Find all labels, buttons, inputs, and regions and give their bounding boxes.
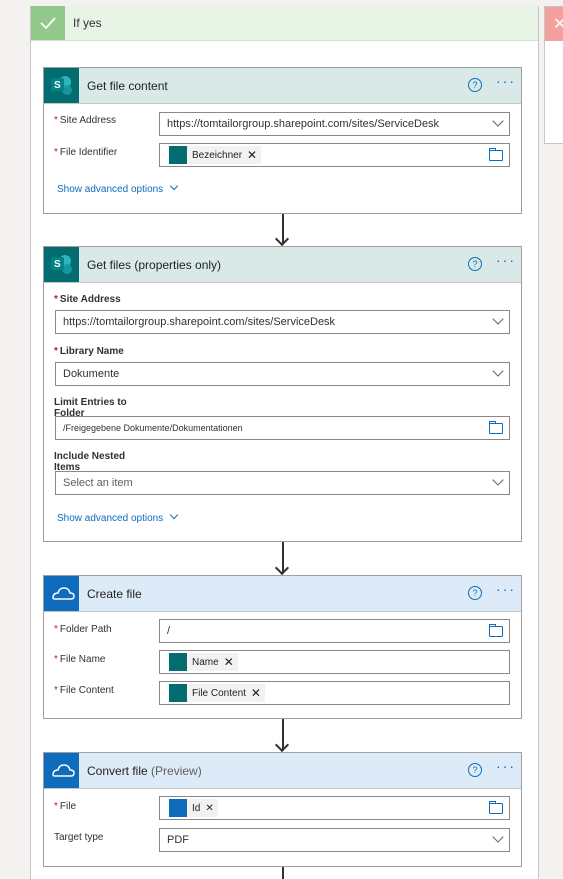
flow-connector (282, 867, 284, 879)
chevron-down-icon (492, 365, 504, 377)
site-address-dropdown[interactable]: https://tomtailorgroup.sharepoint.com/si… (55, 310, 510, 334)
chevron-down-icon (492, 831, 504, 843)
sharepoint-icon: S (44, 68, 79, 103)
file-identifier-label: * File Identifier (54, 147, 118, 158)
sharepoint-icon (169, 146, 187, 164)
library-name-label: * Library Name (54, 346, 124, 357)
onedrive-icon (44, 576, 79, 611)
card-header[interactable]: S Get files (properties only) ? ··· (44, 247, 521, 283)
condition-branch-no[interactable]: ✕ (544, 6, 563, 144)
close-icon: ✕ (553, 16, 563, 33)
close-icon[interactable]: ✕ (205, 803, 213, 814)
show-advanced-options-link[interactable]: Show advanced options (57, 181, 179, 195)
folder-path-field[interactable]: / (159, 619, 510, 643)
folder-path-label: * Folder Path (54, 624, 112, 635)
file-content-field[interactable]: File Content ✕ (159, 681, 510, 705)
folder-icon[interactable] (489, 801, 503, 814)
file-identifier-field[interactable]: Bezeichner ✕ (159, 143, 510, 167)
close-icon[interactable]: ✕ (247, 148, 257, 162)
check-icon (31, 6, 65, 40)
site-address-dropdown[interactable]: https://tomtailorgroup.sharepoint.com/si… (159, 112, 510, 136)
chevron-down-icon (492, 313, 504, 325)
branch-title: If yes (73, 16, 102, 30)
folder-icon[interactable] (489, 624, 503, 637)
card-header[interactable]: S Get file content ? ··· (44, 68, 521, 104)
card-title: Convert file (Preview) (87, 764, 202, 778)
include-nested-items-dropdown[interactable]: Select an item (55, 471, 510, 495)
card-title: Create file (87, 587, 142, 601)
target-type-label: Target type (54, 832, 104, 843)
close-icon[interactable]: ✕ (224, 655, 234, 669)
file-label: * File (54, 801, 77, 812)
close-icon[interactable]: ✕ (251, 686, 261, 700)
more-options-icon[interactable]: ··· (496, 252, 516, 268)
svg-text:S: S (54, 259, 61, 270)
library-name-dropdown[interactable]: Dokumente (55, 362, 510, 386)
onedrive-icon (169, 799, 187, 817)
limit-entries-label: Limit Entries to (54, 397, 127, 408)
help-icon[interactable]: ? (468, 257, 482, 271)
sharepoint-icon: S (44, 247, 79, 282)
site-address-label: * Site Address (54, 115, 117, 126)
target-type-dropdown[interactable]: PDF (159, 828, 510, 852)
help-icon[interactable]: ? (468, 78, 482, 92)
file-content-label: * File Content (54, 685, 114, 696)
card-header[interactable]: Convert file (Preview) ? ··· (44, 753, 521, 789)
folder-icon[interactable] (489, 421, 503, 434)
action-get-file-content[interactable]: S Get file content ? ··· * Site Address h… (43, 67, 522, 214)
sharepoint-icon (169, 653, 187, 671)
limit-entries-folder-field[interactable]: /Freigegebene Dokumente/Dokumentationen (55, 416, 510, 440)
card-title: Get files (properties only) (87, 258, 222, 272)
onedrive-icon (44, 753, 79, 788)
help-icon[interactable]: ? (468, 586, 482, 600)
branch-header[interactable]: If yes (31, 6, 538, 41)
file-name-label: * File Name (54, 654, 106, 665)
help-icon[interactable]: ? (468, 763, 482, 777)
svg-text:S: S (54, 80, 61, 91)
dynamic-token-bezeichner[interactable]: Bezeichner ✕ (169, 146, 262, 164)
file-name-field[interactable]: Name ✕ (159, 650, 510, 674)
card-title: Get file content (87, 79, 168, 93)
show-advanced-options-link[interactable]: Show advanced options (57, 510, 179, 524)
chevron-down-icon (169, 510, 179, 520)
file-field[interactable]: Id ✕ (159, 796, 510, 820)
dynamic-token-id[interactable]: Id ✕ (169, 799, 218, 817)
more-options-icon[interactable]: ··· (496, 581, 516, 597)
folder-icon[interactable] (489, 148, 503, 161)
chevron-down-icon (169, 181, 179, 191)
chevron-down-icon (492, 474, 504, 486)
no-branch-header: ✕ (545, 7, 563, 41)
dynamic-token-file-content[interactable]: File Content ✕ (169, 684, 265, 702)
more-options-icon[interactable]: ··· (496, 758, 516, 774)
chevron-down-icon (492, 115, 504, 127)
site-address-label: * Site Address (54, 294, 121, 305)
sharepoint-icon (169, 684, 187, 702)
include-nested-label: Include Nested (54, 451, 126, 462)
action-get-files-properties[interactable]: S Get files (properties only) ? ··· * Sit… (43, 246, 522, 542)
more-options-icon[interactable]: ··· (496, 73, 516, 89)
dynamic-token-name[interactable]: Name ✕ (169, 653, 238, 671)
card-header[interactable]: Create file ? ··· (44, 576, 521, 612)
action-convert-file[interactable]: Convert file (Preview) ? ··· * File Id ✕ … (43, 752, 522, 867)
action-create-file[interactable]: Create file ? ··· * Folder Path / * File N… (43, 575, 522, 719)
